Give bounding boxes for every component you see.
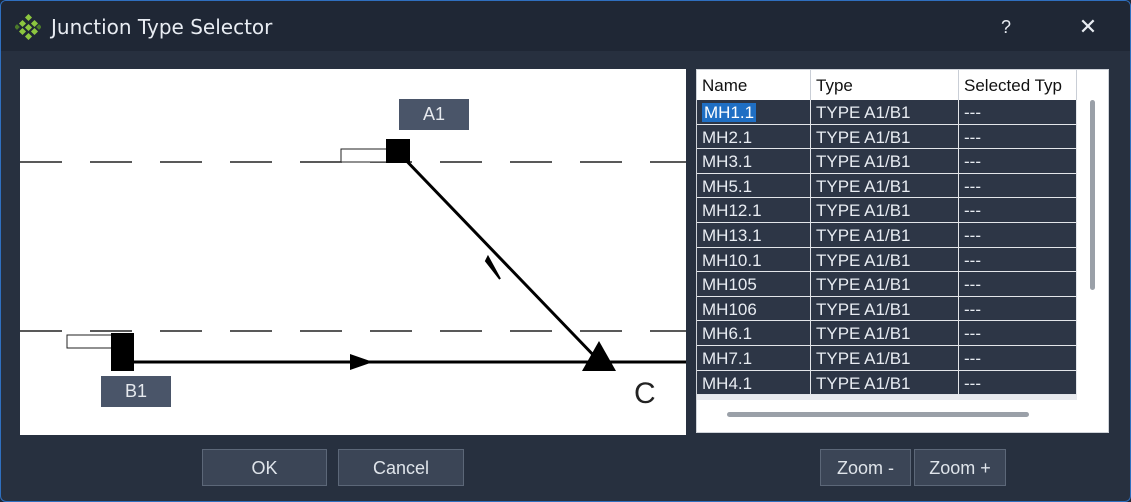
cell-name[interactable]: MH105 (697, 272, 811, 297)
junction-node-c (582, 341, 616, 371)
node-b1-outline (66, 334, 114, 349)
cell-type[interactable]: TYPE A1/B1 (811, 321, 959, 346)
cell-name[interactable]: MH3.1 (697, 149, 811, 174)
cancel-button[interactable]: Cancel (338, 449, 464, 486)
selected-cell-text: MH1.1 (702, 103, 757, 122)
node-a1-outline (340, 148, 388, 163)
cell-type[interactable]: TYPE A1/B1 (811, 296, 959, 322)
cell-selected-type[interactable]: --- (959, 247, 1077, 273)
cell-type[interactable]: TYPE A1/B1 (811, 149, 959, 174)
title-bar: Junction Type Selector ? ✕ (1, 1, 1130, 51)
table-row[interactable]: MH13.1 TYPE A1/B1 --- (697, 222, 1077, 248)
cell-type[interactable]: TYPE A1/B1 (811, 100, 959, 125)
zoom-out-button[interactable]: Zoom - (820, 449, 911, 486)
cell-type[interactable]: TYPE A1/B1 (811, 370, 959, 396)
cell-selected-type[interactable]: --- (959, 124, 1077, 150)
cell-name[interactable]: MH7.1 (697, 345, 811, 371)
table-row[interactable]: MH105 TYPE A1/B1 --- (697, 272, 1077, 297)
cell-selected-type[interactable]: --- (959, 370, 1077, 396)
table-row[interactable]: MH3.1 TYPE A1/B1 --- (697, 149, 1077, 174)
table-row[interactable]: MH2.1 TYPE A1/B1 --- (697, 124, 1077, 150)
main-flow-arrow (350, 354, 373, 370)
table-row[interactable]: MH4.1 TYPE A1/B1 --- (697, 370, 1077, 396)
node-a1 (386, 139, 410, 163)
app-logo-icon (15, 14, 41, 40)
cell-selected-type[interactable]: --- (959, 173, 1077, 199)
cell-name[interactable]: MH5.1 (697, 173, 811, 199)
cell-type[interactable]: TYPE A1/B1 (811, 222, 959, 248)
junction-type-selector-dialog: Junction Type Selector ? ✕ A1 B1 C Name … (0, 0, 1131, 502)
cell-name[interactable]: MH1.1 (697, 100, 811, 125)
column-header-selected-type[interactable]: Selected Typ (959, 70, 1077, 100)
table-row[interactable]: MH1.1 TYPE A1/B1 --- (697, 100, 1077, 125)
ok-button[interactable]: OK (202, 449, 327, 486)
cell-selected-type[interactable]: --- (959, 198, 1077, 223)
cell-name[interactable]: MH6.1 (697, 321, 811, 346)
cell-type[interactable]: TYPE A1/B1 (811, 345, 959, 371)
table-header: Name Type Selected Typ (697, 70, 1077, 101)
label-c: C (634, 377, 656, 410)
vertical-scrollbar[interactable] (1090, 100, 1095, 290)
cell-name[interactable]: MH12.1 (697, 198, 811, 223)
cell-type[interactable]: TYPE A1/B1 (811, 124, 959, 150)
column-header-name[interactable]: Name (697, 70, 811, 100)
node-b1 (111, 333, 134, 371)
cell-name[interactable]: MH2.1 (697, 124, 811, 150)
cell-type[interactable]: TYPE A1/B1 (811, 272, 959, 297)
branch-flow-arrow (484, 254, 501, 280)
label-b1: B1 (101, 376, 171, 407)
table-row[interactable]: MH10.1 TYPE A1/B1 --- (697, 247, 1077, 273)
cell-type[interactable]: TYPE A1/B1 (811, 198, 959, 223)
cell-selected-type[interactable]: --- (959, 222, 1077, 248)
table-row[interactable]: MH5.1 TYPE A1/B1 --- (697, 173, 1077, 199)
horizontal-scrollbar[interactable] (727, 412, 1029, 417)
branch-pipe (395, 149, 602, 364)
cell-name[interactable]: MH4.1 (697, 370, 811, 396)
table-row[interactable]: MH12.1 TYPE A1/B1 --- (697, 198, 1077, 223)
cell-selected-type[interactable]: --- (959, 296, 1077, 322)
label-a1: A1 (399, 99, 469, 130)
cell-selected-type[interactable]: --- (959, 272, 1077, 297)
table-row[interactable]: MH7.1 TYPE A1/B1 --- (697, 345, 1077, 371)
table-body: MH1.1 TYPE A1/B1 --- MH2.1 TYPE A1/B1 --- MH3.… (697, 100, 1077, 400)
junction-table: Name Type Selected Typ MH1.1 TYPE A1/B1 --… (696, 69, 1109, 433)
cell-selected-type[interactable]: --- (959, 321, 1077, 346)
cell-selected-type[interactable]: --- (959, 345, 1077, 371)
cell-type[interactable]: TYPE A1/B1 (811, 173, 959, 199)
cell-name[interactable]: MH106 (697, 296, 811, 322)
junction-diagram-canvas[interactable]: A1 B1 C (20, 69, 686, 435)
cell-type[interactable]: TYPE A1/B1 (811, 247, 959, 273)
cell-name[interactable]: MH13.1 (697, 222, 811, 248)
help-button[interactable]: ? (984, 9, 1028, 45)
table-row[interactable]: MH106 TYPE A1/B1 --- (697, 296, 1077, 322)
zoom-in-button[interactable]: Zoom + (914, 449, 1006, 486)
close-button[interactable]: ✕ (1066, 9, 1110, 45)
table-row[interactable]: MH6.1 TYPE A1/B1 --- (697, 321, 1077, 346)
cell-name[interactable]: MH10.1 (697, 247, 811, 273)
column-header-type[interactable]: Type (811, 70, 959, 100)
cell-selected-type[interactable]: --- (959, 149, 1077, 174)
cell-selected-type[interactable]: --- (959, 100, 1077, 125)
window-title: Junction Type Selector (51, 15, 273, 39)
